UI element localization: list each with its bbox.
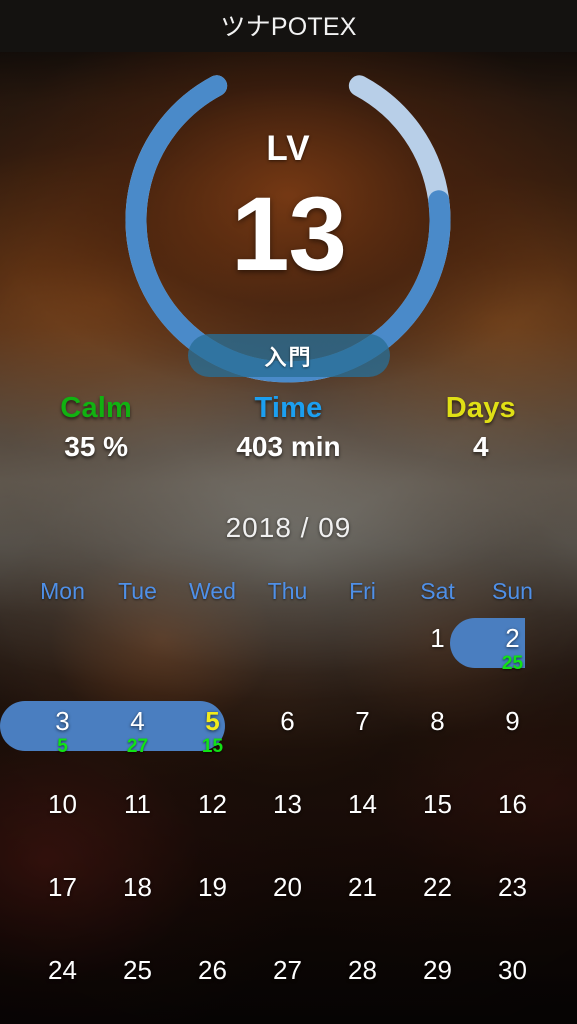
calendar-weekday-mon: Mon — [40, 578, 85, 604]
calendar-month-label: 2018 / 09 — [225, 512, 352, 543]
calendar-day-cell[interactable]: 10 — [25, 784, 100, 867]
calendar-day-cell[interactable]: 5 15 — [175, 701, 250, 784]
calendar-day-cell[interactable]: 12 — [175, 784, 250, 867]
calendar-day-number: 9 — [505, 706, 520, 736]
calendar-day-number: 7 — [355, 706, 370, 736]
calendar-day-number: 15 — [423, 789, 452, 819]
stat-days: Days 4 — [385, 392, 577, 463]
calendar-day-number: 8 — [430, 706, 445, 736]
calendar-day-cell[interactable]: 4 27 — [100, 701, 175, 784]
calendar-day-cell[interactable]: 2 25 — [475, 618, 550, 701]
calendar-week-row: 17 18 19 20 21 22 23 — [0, 867, 577, 950]
calendar-day-cell[interactable]: 23 — [475, 867, 550, 950]
calendar-day-number: 22 — [423, 872, 452, 902]
calendar-day-number: 16 — [498, 789, 527, 819]
calendar-day-number: 6 — [280, 706, 295, 736]
calendar-week-row: 10 11 12 13 14 15 16 — [0, 784, 577, 867]
calendar-day-number: 1 — [430, 623, 445, 653]
calendar-day-cell[interactable]: 30 — [475, 950, 550, 1024]
calendar-day-number: 14 — [348, 789, 377, 819]
calendar-day-cell[interactable]: 25 — [100, 950, 175, 1024]
stat-time-label: Time — [254, 392, 323, 424]
calendar-day-number: 30 — [498, 955, 527, 985]
calendar-weekday-fri: Fri — [349, 578, 376, 604]
stat-days-label: Days — [445, 392, 516, 424]
calendar-day-number: 3 — [55, 706, 70, 736]
calendar-day-number: 23 — [498, 872, 527, 902]
calendar-day-number: 17 — [48, 872, 77, 902]
calendar-weekday-sun: Sun — [492, 578, 533, 604]
calendar-week-row: 1 2 25 — [0, 618, 577, 701]
calendar-day-cell[interactable]: 14 — [325, 784, 400, 867]
calendar-day-number: 2 — [505, 623, 520, 653]
calendar-day-cell[interactable]: 16 — [475, 784, 550, 867]
calendar-day-number: 28 — [348, 955, 377, 985]
calendar-day-number: 10 — [48, 789, 77, 819]
calendar-day-number: 13 — [273, 789, 302, 819]
calendar-day-number: 5 — [205, 706, 220, 736]
calendar-day-number: 18 — [123, 872, 152, 902]
calendar-week-row: 3 5 4 27 5 15 6 7 8 9 — [0, 701, 577, 784]
calendar: Mon Tue Wed Thu Fri Sat Sun 1 2 25 3 5 4 27 5 15 6 7 8 9 10… — [0, 578, 577, 1024]
calendar-day-number: 26 — [198, 955, 227, 985]
calendar-day-cell[interactable]: 35 — [25, 701, 100, 784]
page-title: ツナPOTEX — [220, 13, 357, 41]
calendar-weekday-sat: Sat — [420, 578, 455, 604]
calendar-day-number: 25 — [123, 955, 152, 985]
calendar-day-cell[interactable]: 26 — [175, 950, 250, 1024]
stat-time-value: 403 min — [236, 431, 341, 462]
calendar-day-cell[interactable]: 22 — [400, 867, 475, 950]
calendar-day-number: 27 — [273, 955, 302, 985]
calendar-day-value: 15 — [201, 735, 224, 757]
calendar-day-cell[interactable]: 29 — [400, 950, 475, 1024]
calendar-body: 1 2 25 3 5 4 27 5 15 6 7 8 9 10 11 12 13 14 15 16 17 18 19 20 21… — [0, 618, 577, 1024]
stat-calm-label: Calm — [60, 392, 133, 424]
calendar-day-number: 4 — [130, 706, 145, 736]
calendar-day-number: 24 — [48, 955, 77, 985]
calendar-weekday-thu: Thu — [267, 578, 308, 604]
stats-row: Calm 35 % Time 403 min Days 4 — [0, 392, 577, 463]
calendar-day-cell[interactable]: 17 — [25, 867, 100, 950]
calendar-weekday-header: Mon Tue Wed Thu Fri Sat Sun — [0, 578, 577, 618]
stat-time: Time 403 min — [192, 392, 384, 463]
calendar-day-cell[interactable]: 21 — [325, 867, 400, 950]
calendar-day-cell[interactable]: 9 — [475, 701, 550, 784]
app-root: ツナPOTEX LV 13 入門 Calm 35 % Time 403 min … — [0, 0, 577, 1024]
calendar-day-number: 29 — [423, 955, 452, 985]
calendar-day-cell[interactable]: 13 — [250, 784, 325, 867]
rank-badge[interactable]: 入門 — [187, 334, 390, 377]
calendar-day-number: 21 — [348, 872, 377, 902]
calendar-empty-cell — [325, 618, 400, 701]
calendar-empty-cell — [25, 618, 100, 701]
calendar-day-cell[interactable]: 27 — [250, 950, 325, 1024]
stat-days-value: 4 — [473, 431, 489, 462]
calendar-week-row: 24 25 26 27 28 29 30 — [0, 950, 577, 1024]
stat-calm: Calm 35 % — [0, 392, 192, 463]
calendar-weekday-tue: Tue — [118, 578, 157, 604]
calendar-day-cell[interactable]: 1 — [400, 618, 475, 701]
gauge-progress-arc — [125, 75, 451, 383]
calendar-weekday-wed: Wed — [189, 578, 236, 604]
stat-calm-value: 35 % — [64, 431, 129, 462]
calendar-day-value: 25 — [501, 652, 524, 674]
calendar-day-value: 27 — [126, 735, 149, 757]
calendar-day-number: 19 — [198, 872, 227, 902]
calendar-day-cell[interactable]: 8 — [400, 701, 475, 784]
calendar-day-cell[interactable]: 19 — [175, 867, 250, 950]
calendar-empty-cell — [175, 618, 250, 701]
calendar-day-number: 12 — [198, 789, 227, 819]
calendar-day-number: 11 — [124, 789, 151, 819]
calendar-day-cell[interactable]: 6 — [250, 701, 325, 784]
calendar-day-cell[interactable]: 11 — [100, 784, 175, 867]
calendar-day-value: 5 — [57, 735, 68, 757]
calendar-day-number: 20 — [273, 872, 302, 902]
calendar-day-cell[interactable]: 24 — [25, 950, 100, 1024]
calendar-day-cell[interactable]: 20 — [250, 867, 325, 950]
calendar-day-cell[interactable]: 18 — [100, 867, 175, 950]
calendar-empty-cell — [100, 618, 175, 701]
calendar-day-cell[interactable]: 15 — [400, 784, 475, 867]
calendar-day-cell[interactable]: 7 — [325, 701, 400, 784]
calendar-day-cell[interactable]: 28 — [325, 950, 400, 1024]
calendar-empty-cell — [250, 618, 325, 701]
